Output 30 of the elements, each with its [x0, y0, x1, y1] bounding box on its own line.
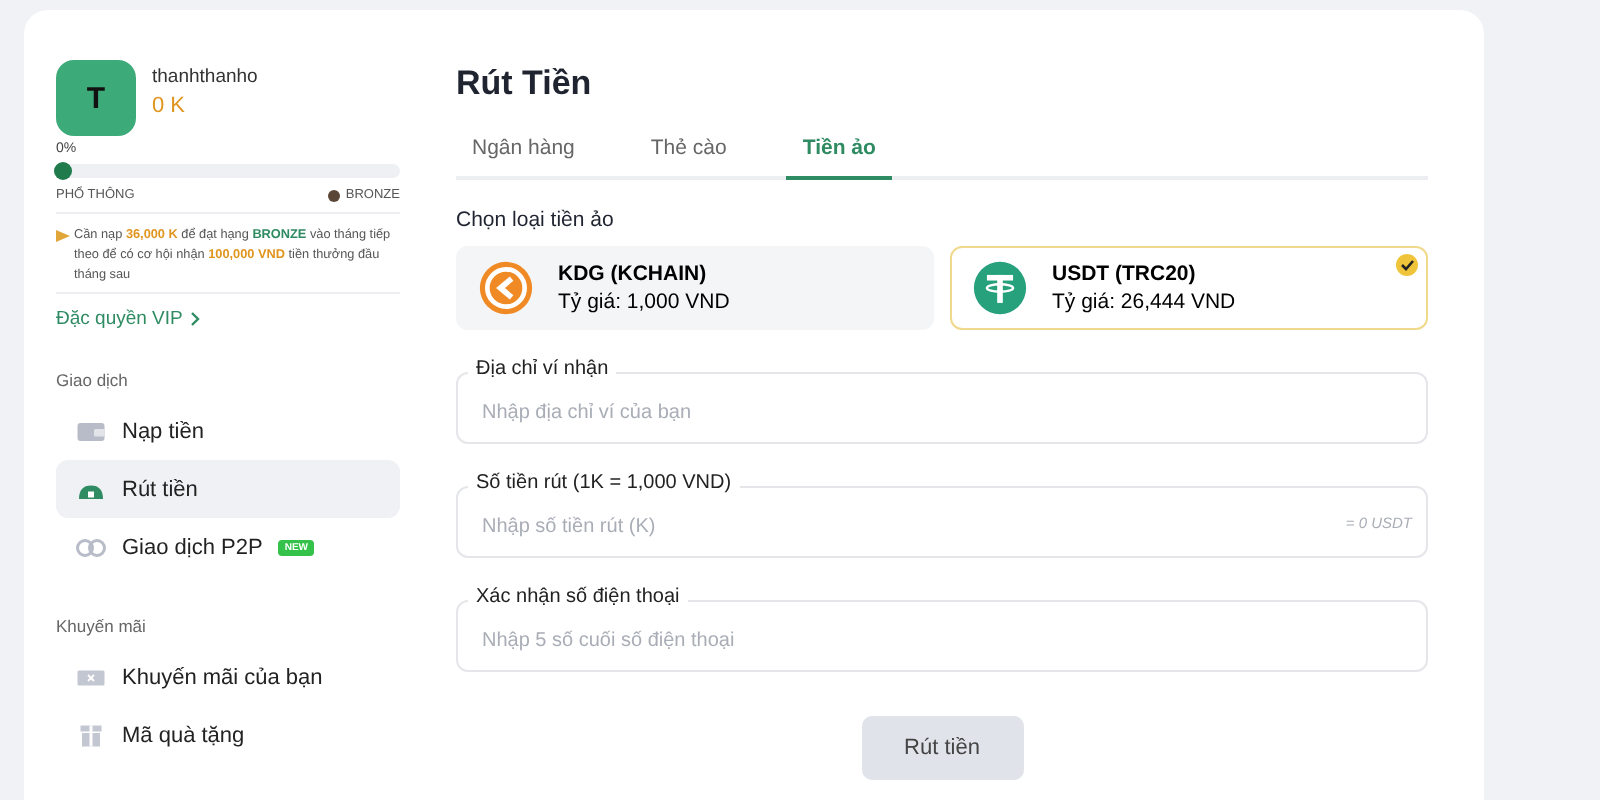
field-label: Xác nhận số điện thoại [468, 586, 688, 608]
vip-link[interactable]: Đặc quyền VIP [56, 308, 183, 330]
flag-icon [56, 230, 70, 242]
sidebar-item[interactable]: Rút tiền [56, 460, 400, 518]
coin-logo-icon [478, 260, 534, 316]
medal-icon [327, 189, 340, 201]
sidebar-item[interactable]: Mã quà tặng [56, 706, 400, 764]
ticket-icon [76, 665, 106, 689]
chevron-right-icon [190, 312, 201, 326]
tab[interactable]: Ngân hàng [456, 122, 591, 180]
section-title: Giao dịch [56, 370, 130, 390]
wallet-icon [76, 419, 106, 443]
avatar: T [56, 60, 136, 136]
gift-icon [76, 723, 106, 747]
tab[interactable]: Tiền ảo [786, 122, 892, 180]
coins-icon [76, 535, 106, 559]
field-label: Địa chỉ ví nhận [468, 358, 617, 380]
sidebar-item[interactable]: Nạp tiền [56, 402, 400, 460]
coin-option[interactable]: KDG (KCHAIN) Tỷ giá: 1,000 VND [456, 246, 934, 330]
username: thanhthanho [152, 66, 258, 88]
check-icon [1396, 254, 1418, 276]
section-label: Chọn loại tiền ảo [456, 208, 616, 232]
page-title: Rút Tiền [456, 64, 594, 104]
sidebar-item[interactable]: Khuyến mãi của bạn [56, 648, 400, 706]
coin-option[interactable]: USDT (TRC20) Tỷ giá: 26,444 VND [950, 246, 1428, 330]
field-label: Số tiền rút (1K = 1,000 VND) [468, 472, 740, 494]
balance: 0 K [152, 94, 188, 118]
tether-logo-icon [972, 260, 1028, 316]
tab[interactable]: Thẻ cào [634, 122, 743, 180]
section-title: Khuyến mãi [56, 616, 148, 636]
